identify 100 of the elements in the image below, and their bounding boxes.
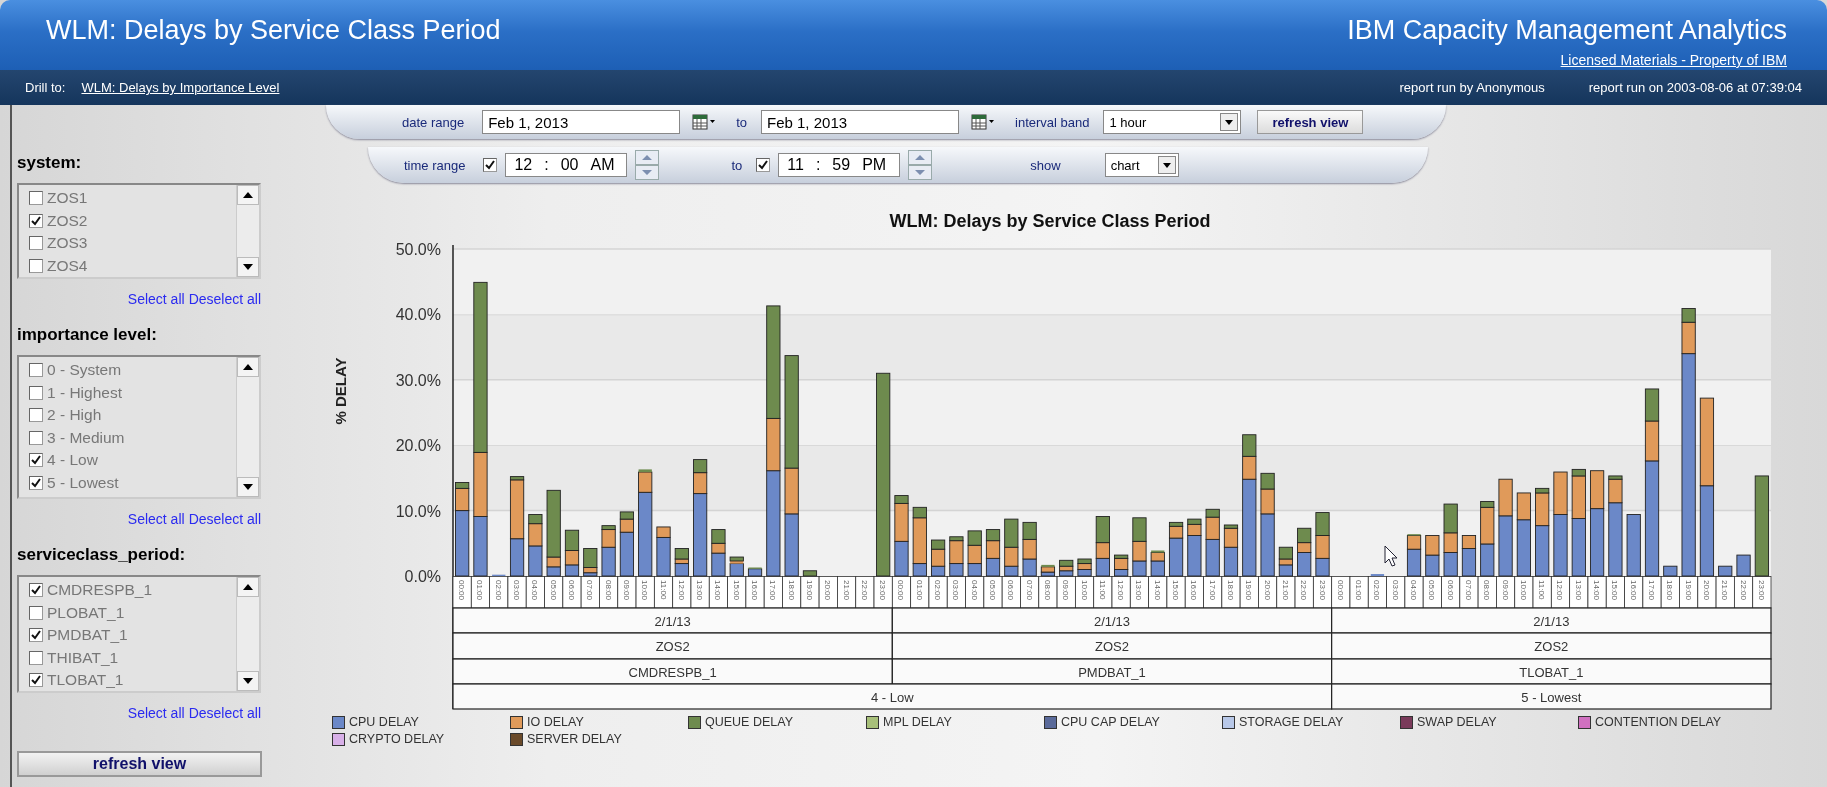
list-item[interactable]: 0 - System bbox=[47, 361, 122, 380]
group-label: TLOBAT_1 bbox=[1519, 665, 1584, 680]
date-field[interactable]: Feb 1, 2013 bbox=[482, 110, 681, 134]
run-by-text: report run by Anonymous bbox=[1399, 80, 1545, 95]
time-range-label: time range bbox=[404, 157, 466, 173]
license-link[interactable]: Licensed Materials - Property of IBM bbox=[1560, 52, 1787, 68]
to-label: to bbox=[731, 157, 743, 173]
list-item[interactable]: 4 - Low bbox=[47, 451, 98, 470]
axis-label: 13:00 bbox=[1573, 580, 1583, 601]
list-item[interactable]: 1 - Highest bbox=[47, 383, 122, 402]
axis-label: 08:00 bbox=[1482, 580, 1492, 601]
axis-label: 16:00 bbox=[1189, 580, 1199, 601]
list-item[interactable]: ZOS1 bbox=[47, 189, 88, 208]
refresh-button[interactable]: refresh view bbox=[1257, 110, 1364, 134]
list-item[interactable]: 5 - Lowest bbox=[47, 473, 119, 492]
refresh-button[interactable]: refresh view bbox=[17, 751, 262, 777]
axis-label: 18:00 bbox=[786, 580, 796, 601]
axis-label: 13:00 bbox=[1134, 580, 1144, 601]
list-item[interactable]: ZOS4 bbox=[47, 256, 88, 275]
group-label: 2/1/13 bbox=[1093, 614, 1131, 629]
axis-label: 06:00 bbox=[1445, 580, 1455, 601]
axis-label: 02:00 bbox=[493, 580, 503, 601]
select-link[interactable]: Select all bbox=[127, 705, 185, 721]
select-link[interactable]: Deselect all bbox=[188, 511, 261, 527]
axis-label: 05:00 bbox=[1427, 580, 1437, 601]
legend-label: SERVER DELAY bbox=[527, 732, 622, 746]
list-item[interactable]: 2 - High bbox=[47, 406, 102, 425]
filter-title: importance level: bbox=[17, 325, 158, 345]
list-item[interactable]: 3 - Medium bbox=[47, 428, 125, 447]
group-label: 4 - Low bbox=[871, 690, 914, 705]
axis-label: 22:00 bbox=[1299, 580, 1309, 601]
list-item[interactable]: PLOBAT_1 bbox=[47, 603, 125, 622]
product-name: IBM Capacity Management Analytics bbox=[1347, 15, 1787, 46]
show-select[interactable]: chart bbox=[1104, 153, 1179, 177]
axis-label: 06:00 bbox=[567, 580, 576, 601]
axis-label: 12:00 bbox=[676, 580, 686, 601]
filter-title: serviceclass_period: bbox=[17, 545, 187, 565]
axis-label: 17:00 bbox=[1647, 580, 1656, 601]
axis-label: 23:00 bbox=[878, 580, 888, 601]
select-link[interactable]: Deselect all bbox=[188, 705, 261, 721]
axis-title: % DELAY bbox=[332, 357, 349, 425]
axis-label: 17:00 bbox=[768, 580, 778, 601]
group-label: CMDRESPB_1 bbox=[628, 665, 717, 680]
axis-label: 10:00 bbox=[1079, 580, 1089, 601]
axis-label: 18:00 bbox=[1226, 580, 1235, 601]
axis-label: 09:00 bbox=[1061, 580, 1071, 601]
axis-label: 11:00 bbox=[1097, 580, 1107, 600]
axis-label: 19:00 bbox=[804, 580, 814, 601]
group-label: 2/1/13 bbox=[1533, 614, 1570, 629]
tick-label: 20.0% bbox=[395, 437, 441, 455]
tick-label: 40.0% bbox=[395, 306, 441, 324]
axis-label: 03:00 bbox=[951, 580, 961, 601]
legend-label: CPU CAP DELAY bbox=[1061, 715, 1160, 729]
list-item[interactable]: ZOS3 bbox=[47, 234, 88, 253]
axis-label: 14:00 bbox=[1592, 580, 1602, 601]
legend-label: IO DELAY bbox=[527, 715, 584, 729]
list-item[interactable]: ZOS2 bbox=[47, 211, 88, 230]
axis-label: 15:00 bbox=[1610, 580, 1620, 601]
time-field[interactable]: 12 : 00 AM bbox=[505, 153, 628, 177]
list-item[interactable]: TLOBAT_1 bbox=[47, 671, 124, 690]
axis-label: 19:00 bbox=[1683, 580, 1693, 601]
list-item[interactable]: CMDRESPB_1 bbox=[47, 581, 153, 600]
to-label: to bbox=[736, 114, 747, 130]
axis-label: 00:00 bbox=[457, 580, 467, 601]
axis-label: 14:00 bbox=[1152, 580, 1162, 601]
list-item[interactable]: PMDBAT_1 bbox=[47, 626, 128, 645]
filter-title: system: bbox=[17, 153, 83, 173]
axis-label: 03:00 bbox=[512, 580, 522, 601]
group-label: 5 - Lowest bbox=[1521, 690, 1582, 705]
date-field[interactable]: Feb 1, 2013 bbox=[761, 110, 959, 134]
axis-label: 11:00 bbox=[658, 580, 668, 600]
time-field[interactable]: 11 : 59 PM bbox=[778, 153, 901, 177]
group-label: 2/1/13 bbox=[654, 614, 691, 629]
list-item[interactable]: THIBAT_1 bbox=[47, 648, 119, 667]
chart-title: WLM: Delays by Service Class Period bbox=[889, 211, 1211, 231]
select-link[interactable]: Select all bbox=[127, 291, 185, 307]
axis-label: 21:00 bbox=[1280, 580, 1290, 601]
axis-label: 09:00 bbox=[621, 580, 631, 601]
axis-label: 15:00 bbox=[731, 580, 741, 601]
axis-label: 22:00 bbox=[1738, 580, 1748, 601]
axis-label: 01:00 bbox=[914, 580, 924, 601]
select-link[interactable]: Select all bbox=[127, 511, 185, 527]
legend-label: MPL DELAY bbox=[883, 715, 952, 729]
axis-label: 19:00 bbox=[1244, 580, 1254, 601]
axis-label: 17:00 bbox=[1207, 580, 1217, 601]
drill-link[interactable]: WLM: Delays by Importance Level bbox=[81, 80, 280, 95]
tick-label: 10.0% bbox=[395, 502, 441, 520]
axis-label: 20:00 bbox=[1262, 580, 1272, 601]
tick-label: 30.0% bbox=[395, 371, 441, 389]
axis-label: 22:00 bbox=[859, 580, 869, 601]
axis-label: 15:00 bbox=[1171, 580, 1181, 601]
show-label: show bbox=[1030, 157, 1061, 173]
axis-label: 10:00 bbox=[1518, 580, 1528, 601]
tick-label: 50.0% bbox=[395, 241, 441, 258]
axis-label: 21:00 bbox=[1720, 580, 1730, 601]
axis-label: 02:00 bbox=[933, 580, 943, 601]
select-link[interactable]: Deselect all bbox=[188, 291, 261, 307]
interval-select[interactable]: 1 hour bbox=[1103, 110, 1242, 134]
axis-label: 08:00 bbox=[603, 580, 613, 601]
group-label: ZOS2 bbox=[655, 639, 690, 654]
